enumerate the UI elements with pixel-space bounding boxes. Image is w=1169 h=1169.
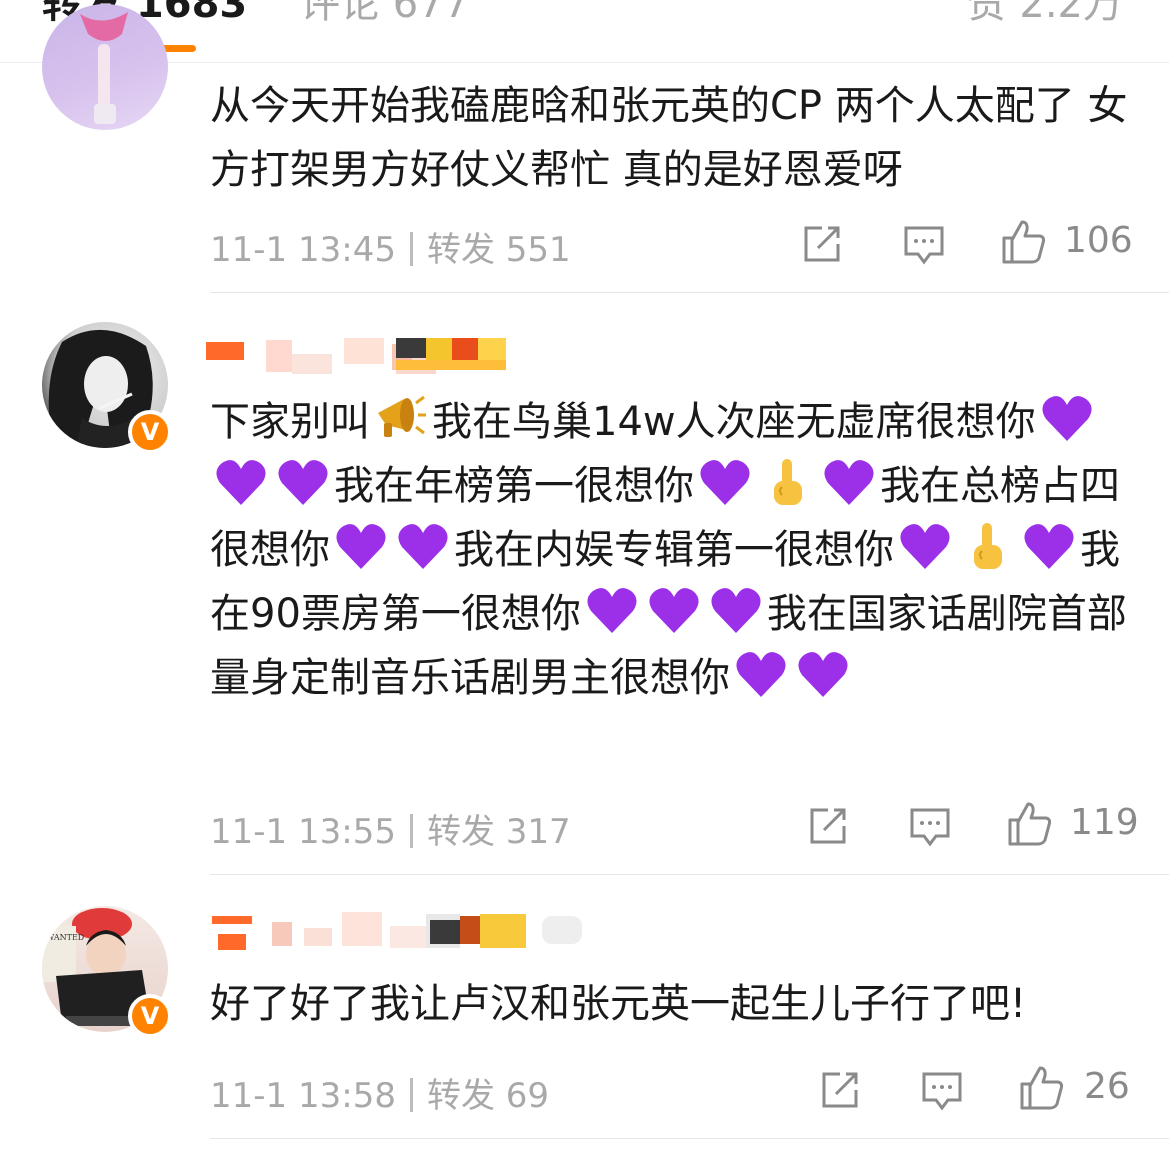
timestamp: 11-1 13:55 [210, 812, 396, 852]
divider [210, 874, 1169, 875]
pointing-up-icon [756, 454, 818, 518]
comment-meta: 11-1 13:45 转发 551 [210, 222, 571, 271]
purple-heart-icon [392, 518, 454, 582]
thumb-up-icon[interactable] [1018, 1064, 1066, 1112]
purple-heart-icon [581, 582, 643, 646]
comment-text: 从今天开始我磕鹿晗和张元英的CP 两个人太配了 女方打架男方好仗义帮忙 真的是好… [210, 83, 1128, 193]
comment-icon[interactable] [920, 1068, 964, 1112]
comment-text-part: 我在内娱专辑第一很想你 [454, 527, 894, 573]
comment-text: 好了好了我让卢汉和张元英一起生儿子行了吧! [210, 981, 1027, 1027]
share-icon[interactable] [806, 804, 850, 848]
avatar-caption: WANTED [46, 933, 84, 942]
comment-icon[interactable] [908, 804, 952, 848]
divider [210, 292, 1169, 293]
separator [409, 814, 413, 848]
comment-text-part: 下家别叫 [210, 399, 370, 445]
purple-heart-icon [1036, 390, 1098, 454]
comment-meta: 11-1 13:58 转发 69 [210, 1068, 549, 1117]
username-blurred[interactable] [206, 338, 506, 374]
share-icon[interactable] [800, 222, 844, 266]
comment-text-part: 我在鸟巢14w人次座无虚席很想你 [432, 399, 1036, 445]
purple-heart-icon [210, 454, 272, 518]
avatar[interactable] [42, 4, 168, 130]
purple-heart-icon [272, 454, 334, 518]
repost-count: 转发 69 [426, 1076, 550, 1116]
verified-badge-icon: V [128, 994, 172, 1038]
comment-text-part: 我在年榜第一很想你 [334, 463, 694, 509]
pointing-up-icon [956, 518, 1018, 582]
purple-heart-icon [792, 646, 854, 710]
purple-heart-icon [1018, 518, 1080, 582]
purple-heart-icon [894, 518, 956, 582]
divider [210, 1138, 1169, 1139]
megaphone-icon [370, 390, 432, 454]
verified-badge-icon: V [128, 410, 172, 454]
thumb-up-icon[interactable] [1000, 218, 1048, 266]
tab-bar: 转发 1683 评论 677 赞 2.2万 [0, 0, 1169, 63]
separator [409, 1078, 413, 1112]
like-count: 106 [1064, 220, 1133, 261]
repost-count: 转发 551 [426, 230, 571, 270]
timestamp: 11-1 13:58 [210, 1076, 396, 1116]
purple-heart-icon [694, 454, 756, 518]
tab-likes[interactable]: 赞 2.2万 [967, 0, 1123, 32]
purple-heart-icon [643, 582, 705, 646]
timestamp: 11-1 13:45 [210, 230, 396, 270]
comment-meta: 11-1 13:55 转发 317 [210, 804, 571, 853]
like-count: 119 [1070, 802, 1139, 843]
share-icon[interactable] [818, 1068, 862, 1112]
thumb-up-icon[interactable] [1006, 800, 1054, 848]
comment-icon[interactable] [902, 222, 946, 266]
purple-heart-icon [818, 454, 880, 518]
purple-heart-icon [730, 646, 792, 710]
repost-count: 转发 317 [426, 812, 571, 852]
comment-text: 下家别叫 我在鸟巢14w人次座无虚席很想你我在年榜第一很想你 我在总榜占四很想你 我在… [210, 390, 1140, 710]
purple-heart-icon [330, 518, 392, 582]
username-blurred[interactable] [212, 912, 584, 950]
purple-heart-icon [705, 582, 767, 646]
separator [409, 232, 413, 266]
like-count: 26 [1084, 1066, 1130, 1107]
tab-comments[interactable]: 评论 677 [300, 0, 469, 32]
